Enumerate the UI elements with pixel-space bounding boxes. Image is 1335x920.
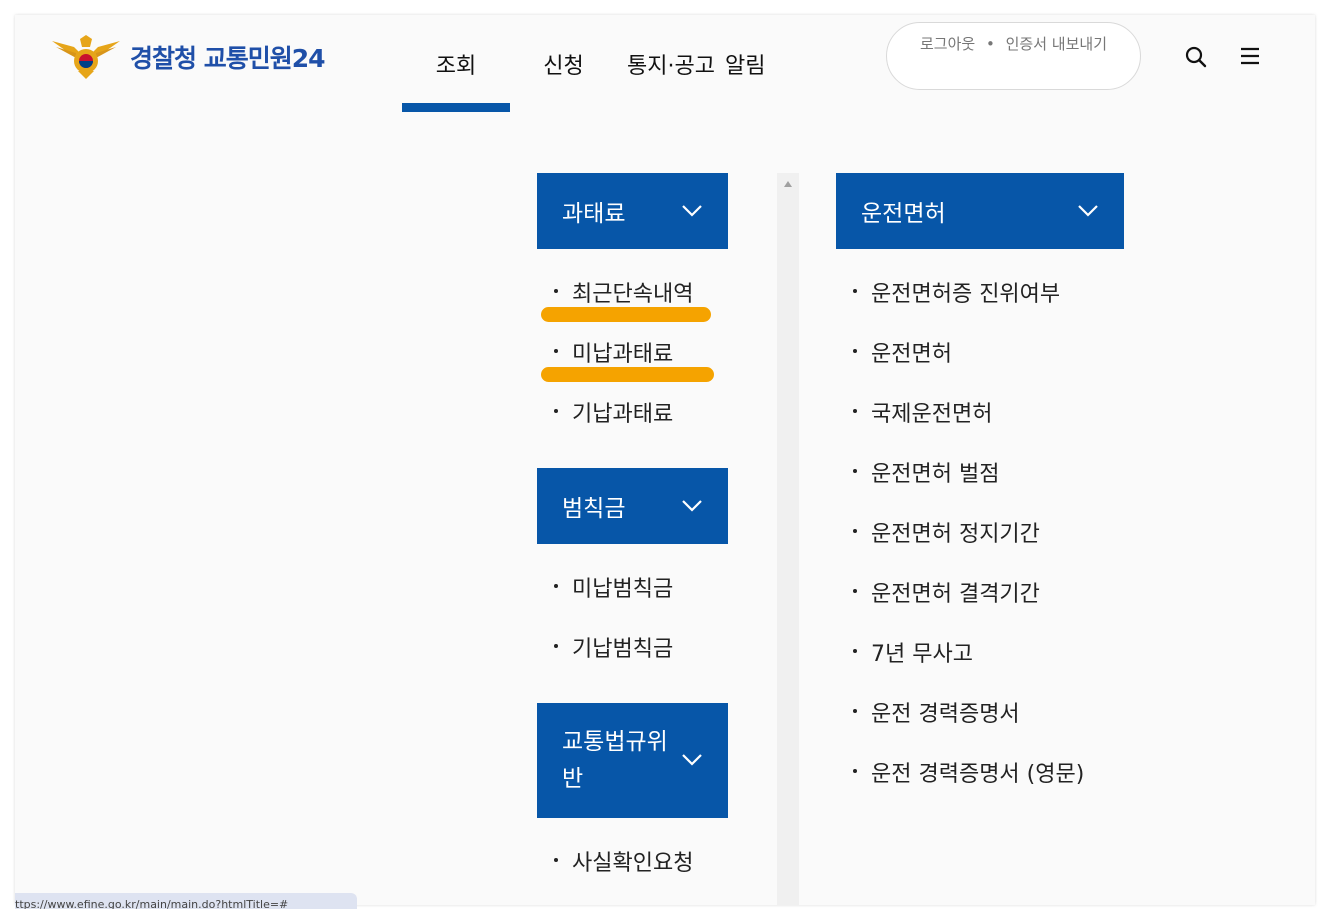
submenu-item-license[interactable]: 운전면허 정지기간 (836, 502, 1124, 562)
bullet-icon (853, 769, 857, 773)
submenu-label: 운전면허 (871, 342, 952, 367)
column-scrollbar[interactable] (777, 173, 799, 905)
submenu-label: 미납과태료 (572, 342, 674, 367)
separator-dot: • (985, 35, 995, 53)
submenu-label: 기납과태료 (572, 402, 674, 427)
bullet-icon (853, 469, 857, 473)
submenu-item-license[interactable]: 운전면허 결격기간 (836, 562, 1124, 622)
submenu-list: 최근단속내역 미납과태료 기납과태료 (537, 249, 728, 468)
bullet-icon (853, 529, 857, 533)
nav-item-label: 조회 (435, 53, 477, 79)
bullet-icon (853, 289, 857, 293)
nav-item-label: 알림 (725, 53, 766, 79)
bullet-icon (853, 409, 857, 413)
nav-item-apply[interactable]: 신청 (510, 15, 617, 112)
submenu-label: 운전 경력증명서 (871, 702, 1020, 727)
bullet-icon (554, 584, 558, 588)
category-title: 과태료 (562, 201, 626, 227)
bullet-icon (853, 649, 857, 653)
logo-text: 경찰청 교통민원24 (130, 44, 325, 73)
nav-item-inquiry[interactable]: 조회 (402, 15, 510, 112)
submenu-item-fact-check-request[interactable]: 사실확인요청 (537, 831, 728, 891)
category-title: 교통법규위반 (562, 728, 668, 792)
submenu-item-unpaid-penalties[interactable]: 미납범칙금 (537, 557, 728, 617)
submenu-item-unpaid-fines[interactable]: 미납과태료 (537, 322, 728, 382)
logout-link[interactable]: 로그아웃 (920, 35, 975, 53)
submenu-label: 운전면허증 진위여부 (871, 282, 1061, 307)
category-header-driver-license[interactable]: 운전면허 (836, 173, 1124, 249)
nav-item-alerts[interactable]: 알림 (725, 15, 833, 112)
nav-item-label: 통지·공고 (627, 53, 715, 79)
submenu-label: 7년 무사고 (871, 642, 973, 667)
category-header-traffic-violations[interactable]: 교통법규위반 (537, 703, 728, 818)
utility-links: 로그아웃 • 인증서 내보내기 (886, 22, 1141, 90)
submenu-item-paid-fines[interactable]: 기납과태료 (537, 382, 728, 442)
submenu-item-license[interactable]: 운전면허증 진위여부 (836, 262, 1124, 322)
bullet-icon (554, 409, 558, 413)
submenu-item-paid-penalties[interactable]: 기납범칙금 (537, 617, 728, 677)
hamburger-menu-icon[interactable] (1239, 46, 1261, 68)
submenu-label: 운전면허 결격기간 (871, 582, 1040, 607)
submenu-label: 사실확인요청 (572, 851, 694, 876)
submenu-item-recent-violations[interactable]: 최근단속내역 (537, 262, 728, 322)
export-certificate-link[interactable]: 인증서 내보내기 (1006, 35, 1107, 53)
bullet-icon (853, 709, 857, 713)
bullet-icon (554, 858, 558, 862)
site-logo[interactable]: 경찰청 교통민원24 (50, 35, 325, 79)
status-bar-url: ttps://www.efine.go.kr/main/main.do?html… (15, 893, 357, 909)
submenu-label: 국제운전면허 (871, 402, 993, 427)
submenu-label: 운전면허 벌점 (871, 462, 1000, 487)
category-title: 범칙금 (562, 496, 626, 522)
nav-item-notice[interactable]: 통지·공고 (617, 15, 725, 112)
scroll-up-arrow-icon[interactable] (784, 181, 792, 187)
chevron-down-icon (681, 198, 703, 224)
bullet-icon (554, 644, 558, 648)
chevron-down-icon (681, 742, 703, 779)
submenu-item-license[interactable]: 운전 경력증명서 (영문) (836, 742, 1124, 802)
nav-item-label: 신청 (543, 53, 584, 79)
submenu-label: 미납범칙금 (572, 577, 674, 602)
submenu-label: 최근단속내역 (572, 282, 694, 307)
sitemap-column-right: 운전면허 운전면허증 진위여부 운전면허 국제운전면허 운전면허 벌점 운전면허 정지기… (836, 173, 1124, 802)
police-emblem-icon (50, 35, 122, 79)
bullet-icon (853, 589, 857, 593)
sitemap-column-left: 과태료 최근단속내역 미납과태료 기납과태료 범칙금 미납범칙금 기납범칙금 교… (537, 173, 728, 905)
bullet-icon (554, 289, 558, 293)
submenu-item-license[interactable]: 7년 무사고 (836, 622, 1124, 682)
category-title: 운전면허 (861, 201, 946, 227)
submenu-label: 기납범칙금 (572, 637, 674, 662)
chevron-down-icon (1077, 198, 1099, 224)
submenu-item-license[interactable]: 운전면허 벌점 (836, 442, 1124, 502)
highlight-underline (541, 367, 714, 382)
submenu-item-license[interactable]: 국제운전면허 (836, 382, 1124, 442)
submenu-list: 미납범칙금 기납범칙금 (537, 544, 728, 703)
main-nav: 조회 신청 통지·공고 알림 (402, 15, 833, 112)
search-icon[interactable] (1184, 45, 1208, 69)
submenu-label: 운전 경력증명서 (영문) (871, 762, 1085, 787)
chevron-down-icon (681, 493, 703, 519)
submenu-item-license[interactable]: 운전면허 (836, 322, 1124, 382)
submenu-list: 사실확인요청 (537, 818, 728, 905)
category-header-penalties[interactable]: 범칙금 (537, 468, 728, 544)
highlight-underline (541, 307, 711, 322)
bullet-icon (554, 349, 558, 353)
page: 경찰청 교통민원24 조회 신청 통지·공고 알림 로그아웃 • 인증서 내보내… (15, 15, 1315, 905)
submenu-list: 운전면허증 진위여부운전면허국제운전면허운전면허 벌점운전면허 정지기간운전면허… (836, 249, 1124, 802)
submenu-label: 운전면허 정지기간 (871, 522, 1040, 547)
bullet-icon (853, 349, 857, 353)
category-header-fines[interactable]: 과태료 (537, 173, 728, 249)
submenu-item-license[interactable]: 운전 경력증명서 (836, 682, 1124, 742)
